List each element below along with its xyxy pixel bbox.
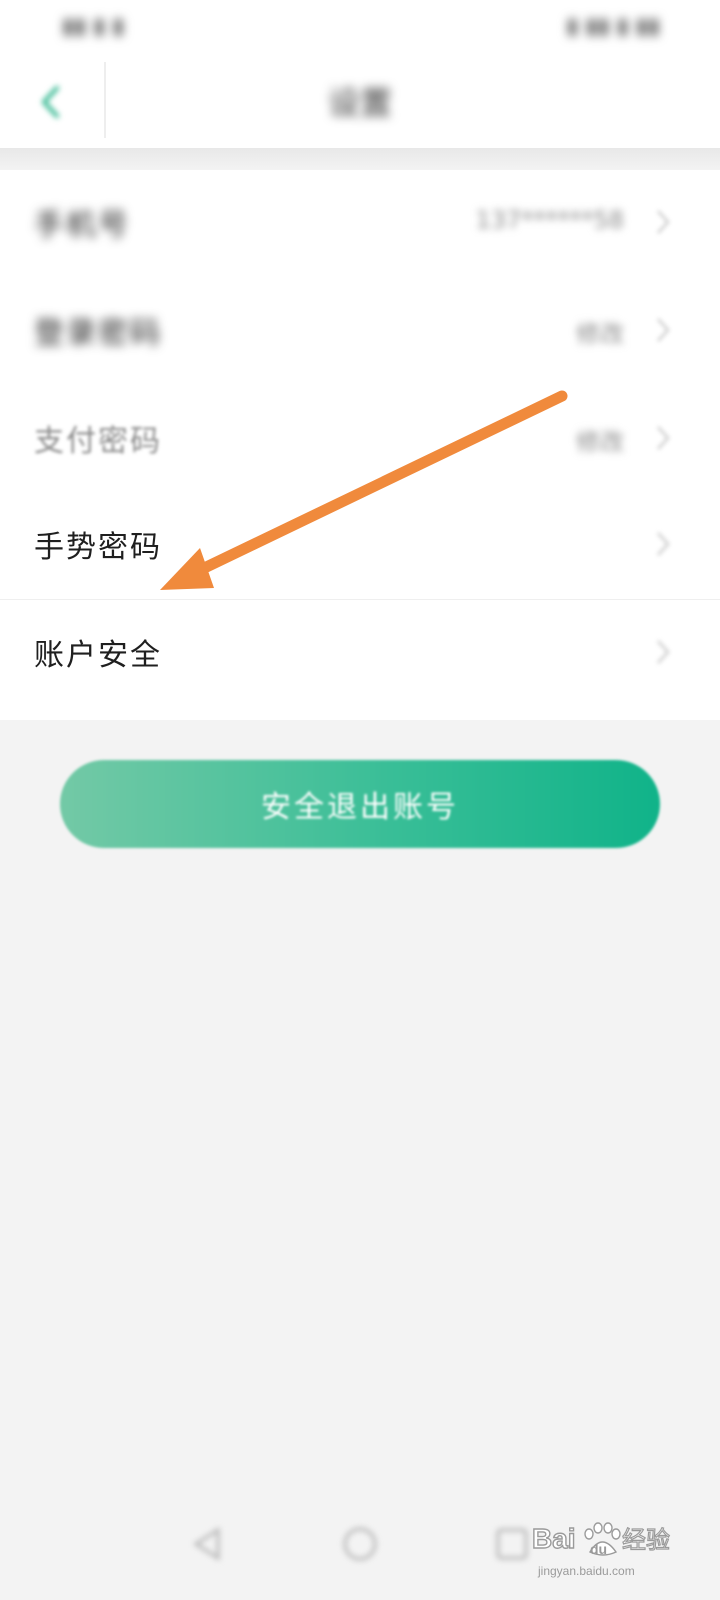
settings-row-login-password[interactable]: 登录密码 修改 bbox=[0, 278, 720, 386]
watermark-jingyan: 经验 bbox=[622, 1526, 670, 1554]
status-battery-time: ▮ ▮▮ ▮ ▮▮ bbox=[566, 14, 660, 39]
chevron-right-icon bbox=[657, 426, 670, 450]
row-label: 手机号 bbox=[34, 208, 130, 243]
header-shadow bbox=[0, 148, 720, 170]
chevron-right-icon bbox=[657, 640, 670, 664]
settings-list: 手机号 137******58 登录密码 修改 支付密码 修改 手势密码 账户安… bbox=[0, 170, 720, 720]
baidu-jingyan-watermark: Bai du 经验 jingyan.baidu.com bbox=[530, 1514, 680, 1578]
logout-label: 安全退出账号 bbox=[261, 790, 459, 825]
logout-button[interactable]: 安全退出账号 bbox=[60, 760, 660, 848]
row-value: 137******58 bbox=[475, 206, 624, 234]
settings-row-payment-password[interactable]: 支付密码 修改 bbox=[0, 386, 720, 494]
row-value: 修改 bbox=[576, 428, 624, 456]
row-label: 手势密码 bbox=[34, 530, 162, 565]
page-title: 设置 bbox=[327, 84, 392, 122]
watermark-brand: Bai bbox=[532, 1523, 576, 1554]
settings-row-gesture-password[interactable]: 手势密码 bbox=[0, 492, 720, 600]
status-signal: ▮▮ ▮ ▮ bbox=[62, 14, 125, 39]
watermark-brand-suffix: du bbox=[590, 1541, 607, 1557]
settings-row-account-security[interactable]: 账户安全 bbox=[0, 600, 720, 708]
row-value: 修改 bbox=[576, 320, 624, 348]
watermark-url: jingyan.baidu.com bbox=[538, 1564, 635, 1578]
nav-recent-icon[interactable] bbox=[492, 1524, 532, 1564]
chevron-right-icon bbox=[657, 210, 670, 234]
row-label: 账户安全 bbox=[34, 638, 162, 673]
status-bar: ▮▮ ▮ ▮ ▮ ▮▮ ▮ ▮▮ bbox=[0, 0, 720, 52]
row-label: 登录密码 bbox=[34, 316, 162, 351]
app-header: 设置 bbox=[0, 52, 720, 148]
settings-screen: ▮▮ ▮ ▮ ▮ ▮▮ ▮ ▮▮ 设置 手机号 137******58 登录密码… bbox=[0, 0, 720, 1600]
row-label: 支付密码 bbox=[34, 424, 162, 459]
nav-home-icon[interactable] bbox=[340, 1524, 380, 1564]
settings-row-phone[interactable]: 手机号 137******58 bbox=[0, 170, 720, 278]
chevron-right-icon bbox=[657, 532, 670, 556]
baidu-logo-icon: Bai du 经验 bbox=[531, 1522, 671, 1557]
nav-back-icon[interactable] bbox=[188, 1524, 228, 1564]
chevron-right-icon bbox=[657, 318, 670, 342]
